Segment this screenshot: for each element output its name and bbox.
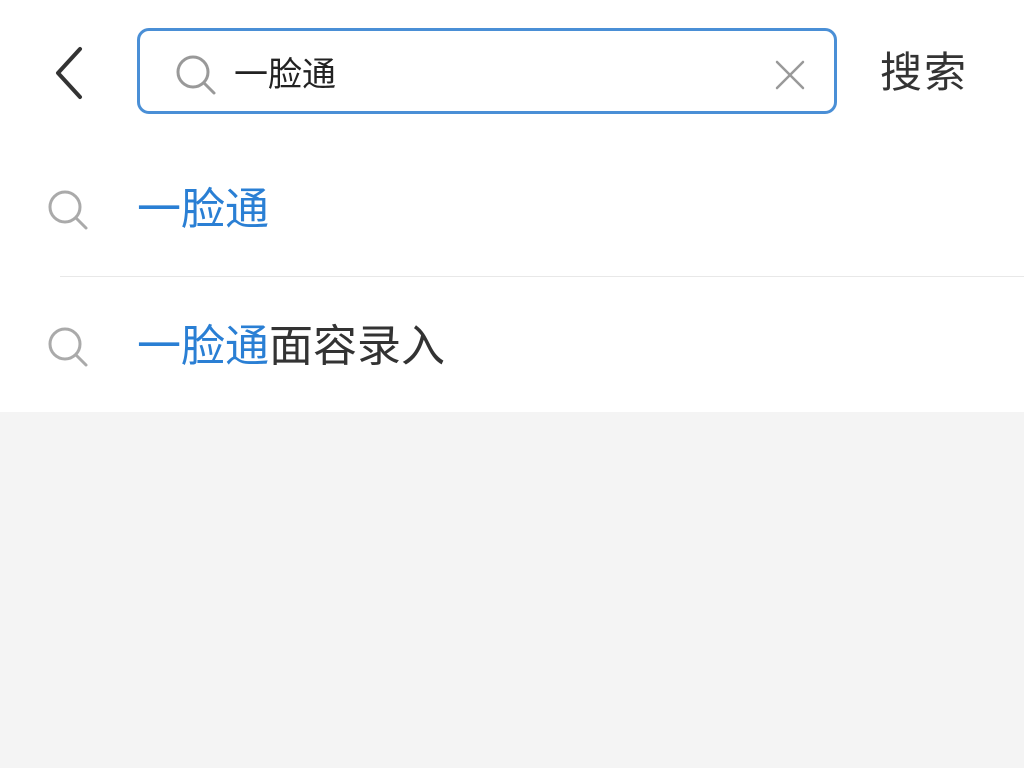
search-box[interactable] <box>137 28 837 114</box>
search-icon <box>176 55 216 95</box>
search-screen: 搜索 一脸通 一脸通面容录入 <box>0 0 1024 768</box>
suggestion-highlight: 一脸通 <box>137 184 269 235</box>
search-icon <box>48 327 88 367</box>
chevron-left-icon <box>56 47 82 99</box>
search-icon <box>48 190 88 230</box>
back-button[interactable] <box>40 38 100 108</box>
clear-button[interactable] <box>768 53 812 97</box>
suggestion-item[interactable]: 一脸通 <box>0 140 1024 277</box>
suggestion-text: 一脸通面容录入 <box>137 315 445 379</box>
search-input[interactable] <box>234 41 754 101</box>
suggestion-rest: 面容录入 <box>269 321 445 372</box>
suggestion-list: 一脸通 一脸通面容录入 <box>0 140 1024 414</box>
search-panel: 搜索 一脸通 一脸通面容录入 <box>0 0 1024 412</box>
suggestion-text: 一脸通 <box>137 178 269 242</box>
suggestion-item[interactable]: 一脸通面容录入 <box>0 277 1024 414</box>
search-button[interactable]: 搜索 <box>880 38 968 108</box>
suggestion-highlight: 一脸通 <box>137 321 269 372</box>
close-icon <box>775 60 805 90</box>
